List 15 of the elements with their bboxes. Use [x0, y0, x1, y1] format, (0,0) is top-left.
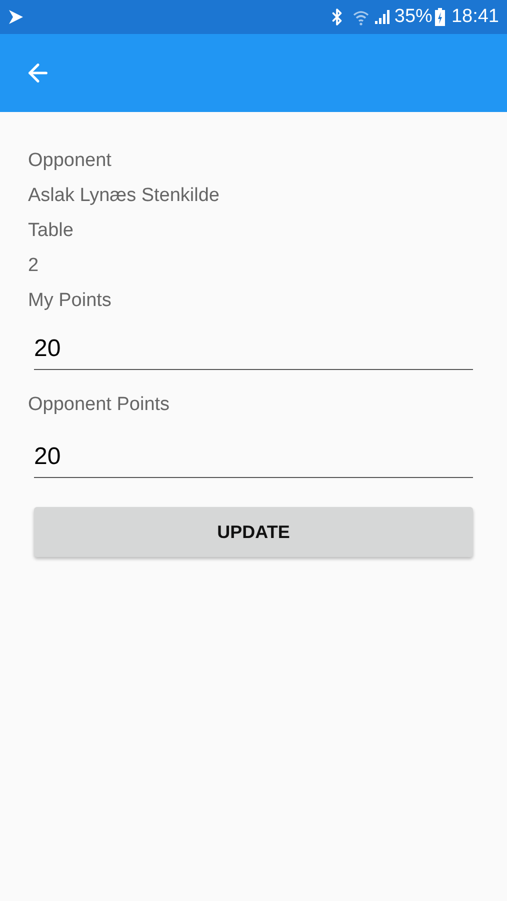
update-button[interactable]: UPDATE — [34, 507, 473, 557]
battery-percent: 35% — [394, 4, 432, 29]
clock: 18:41 — [451, 4, 499, 29]
points-field[interactable]: 20 — [34, 328, 473, 370]
detail-text: 2 — [28, 254, 40, 278]
points-field[interactable]: 20 — [34, 436, 473, 478]
app-logo-icon — [8, 9, 24, 25]
detail-text: Aslak Lynæs Stenkilde — [28, 184, 221, 208]
detail-text: Table — [28, 219, 74, 243]
battery-charging-icon — [435, 8, 446, 26]
detail-text: Opponent — [28, 149, 112, 173]
signal-icon — [374, 9, 390, 25]
detail-text: My Points — [28, 289, 112, 313]
wifi-icon — [352, 8, 370, 26]
field-label: Opponent Points — [28, 393, 171, 417]
